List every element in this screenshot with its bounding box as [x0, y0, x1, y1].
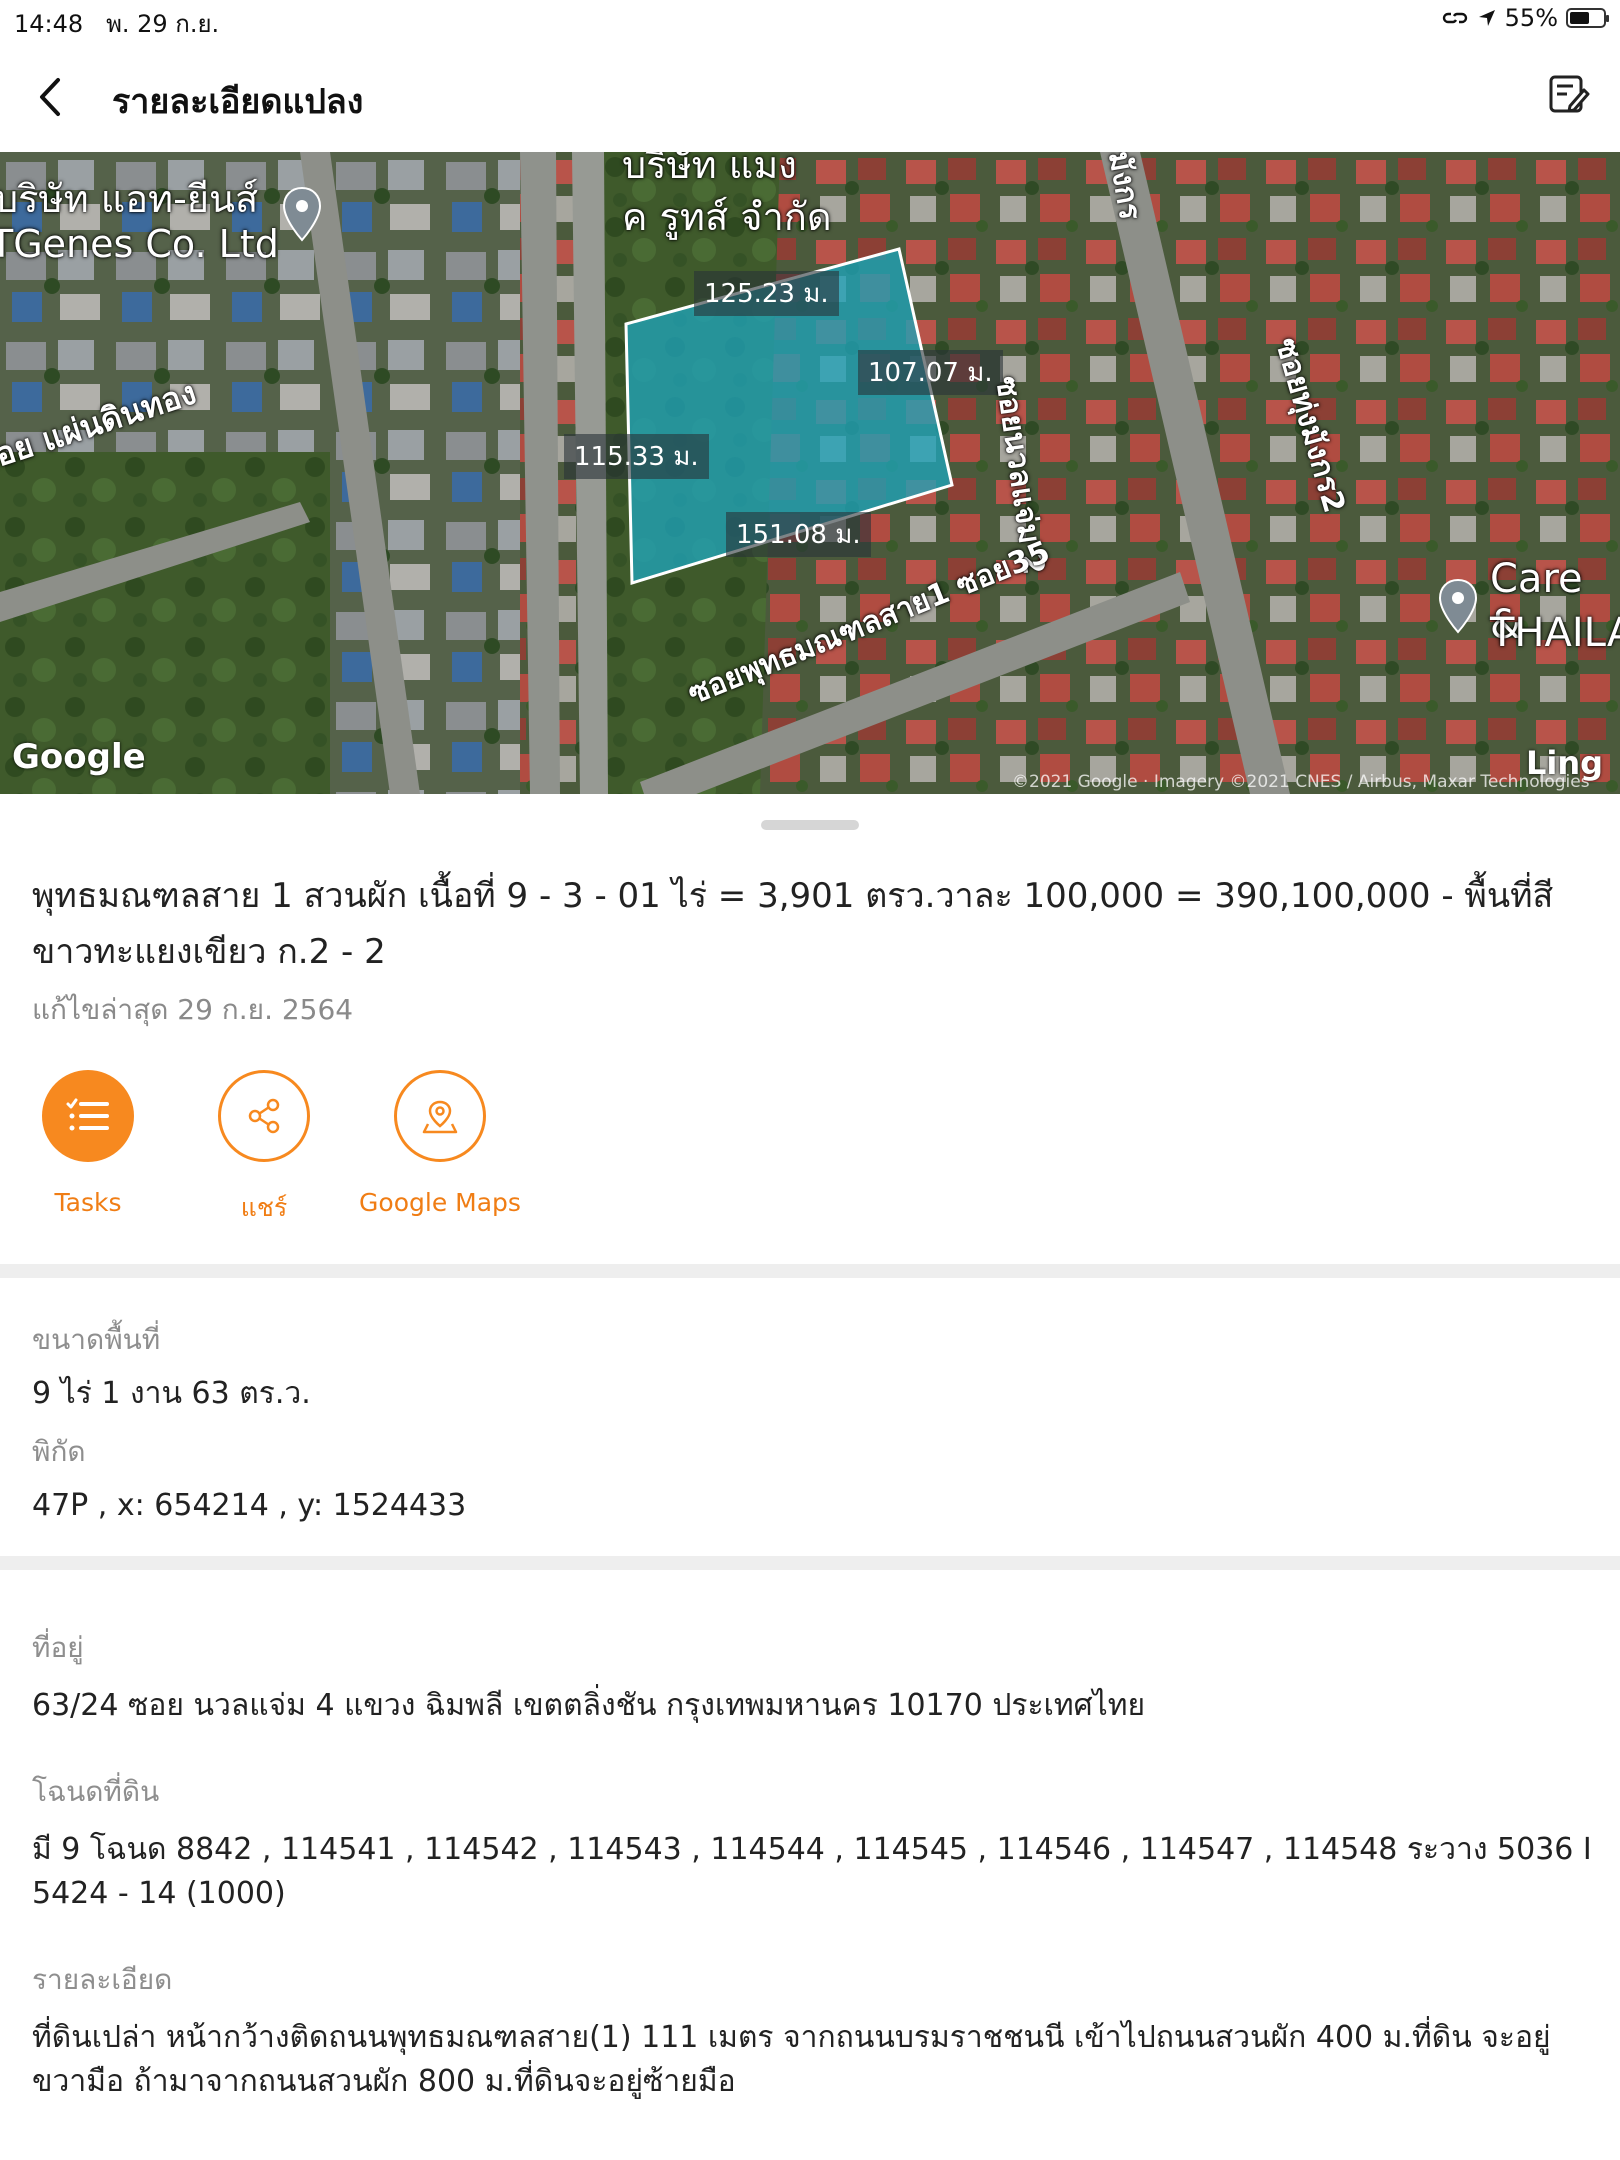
measurement-label: 115.33 ม. [564, 434, 709, 479]
status-time: 14:48 [14, 10, 84, 38]
place-label: บริษัท แอท-ยีนส์ [0, 177, 259, 221]
google-maps-button[interactable]: Google Maps [352, 1070, 528, 1217]
map-copyright: ©2021 Google · Imagery ©2021 CNES / Airb… [1012, 772, 1590, 792]
task-list-icon [66, 1098, 109, 1131]
measurement-label: 151.08 ม. [726, 512, 871, 557]
status-right: 55% [1441, 4, 1609, 32]
google-logo: Google [12, 737, 146, 777]
battery-icon [1566, 8, 1609, 28]
tasks-label: Tasks [54, 1188, 122, 1217]
navigation-bar: รายละเอียดแปลง [0, 52, 1620, 142]
place-label: ค รูทส์ จำกัด [622, 195, 832, 239]
area-label: ขนาดพื้นที่ [32, 1323, 161, 1356]
sheet-drag-handle[interactable] [761, 820, 859, 830]
share-icon [248, 1098, 280, 1134]
map-pin-icon[interactable] [1438, 578, 1478, 634]
place-label: TGenes Co. Ltd [0, 222, 279, 266]
detail-label: รายละเอียด [32, 1963, 173, 1996]
location-arrow-icon [1478, 10, 1495, 26]
google-maps-label: Google Maps [359, 1188, 521, 1217]
link-icon [1442, 12, 1467, 24]
parcel-title: พุทธมณฑลสาย 1 สวนผัก เนื้อที่ 9 - 3 - 01… [32, 876, 1554, 972]
map-pin-icon[interactable] [282, 186, 322, 242]
status-date: พ. 29 ก.ย. [106, 10, 220, 38]
map-pin-icon [422, 1100, 458, 1134]
address-section: ที่อยู่ 63/24 ซอย นวลแจ่ม 4 แขวง ฉิมพลี … [32, 1626, 1592, 1728]
share-label: แชร์ [240, 1193, 288, 1222]
status-time-date: 14:48 พ. 29 ก.ย. [14, 4, 219, 43]
back-chevron-icon[interactable] [30, 72, 70, 122]
share-button[interactable]: แชร์ [176, 1070, 352, 1228]
tasks-circle[interactable] [42, 1070, 134, 1162]
google-maps-circle[interactable] [394, 1070, 486, 1162]
detail-section: รายละเอียด ที่ดินเปล่า หน้ากว้างติดถนนพุ… [32, 1958, 1592, 2104]
coordinate-section: พิกัด 47P , x: 654214 , y: 1524433 [32, 1430, 1592, 1528]
status-bar: 14:48 พ. 29 ก.ย. 55% [0, 0, 1620, 40]
detail-value: ที่ดินเปล่า หน้ากว้างติดถนนพุทธมณฑลสาย(1… [32, 2020, 1551, 2099]
last-updated: แก้ไขล่าสุด 29 ก.ย. 2564 [32, 993, 354, 1026]
deed-value: มี 9 โฉนด 8842 , 114541 , 114542 , 11454… [32, 1832, 1592, 1911]
section-divider [0, 1556, 1620, 1570]
coordinate-label: พิกัด [32, 1435, 86, 1468]
measurement-label: 107.07 ม. [858, 350, 1003, 395]
area-section: ขนาดพื้นที่ 9 ไร่ 1 งาน 63 ตร.ว. [32, 1318, 1592, 1416]
satellite-map[interactable]: 125.23 ม. 107.07 ม. 115.33 ม. 151.08 ม. … [0, 152, 1620, 794]
address-value: 63/24 ซอย นวลแจ่ม 4 แขวง ฉิมพลี เขตตลิ่ง… [32, 1688, 1146, 1723]
deed-section: โฉนดที่ดิน มี 9 โฉนด 8842 , 114541 , 114… [32, 1770, 1592, 1916]
address-label: ที่อยู่ [32, 1631, 84, 1664]
page-title: รายละเอียดแปลง [112, 82, 364, 122]
share-circle[interactable] [218, 1070, 310, 1162]
tasks-button[interactable]: Tasks [0, 1070, 176, 1217]
action-bar: Tasks แชร์ Google Maps [0, 1070, 700, 1230]
coordinate-value: 47P , x: 654214 , y: 1524433 [32, 1488, 467, 1523]
edit-note-icon[interactable] [1546, 72, 1590, 116]
place-label: THAILA [1490, 610, 1620, 656]
deed-label: โฉนดที่ดิน [32, 1775, 160, 1808]
area-value: 9 ไร่ 1 งาน 63 ตร.ว. [32, 1376, 311, 1411]
measurement-label: 125.23 ม. [694, 271, 839, 316]
battery-percent: 55% [1504, 4, 1558, 32]
section-divider [0, 1264, 1620, 1278]
